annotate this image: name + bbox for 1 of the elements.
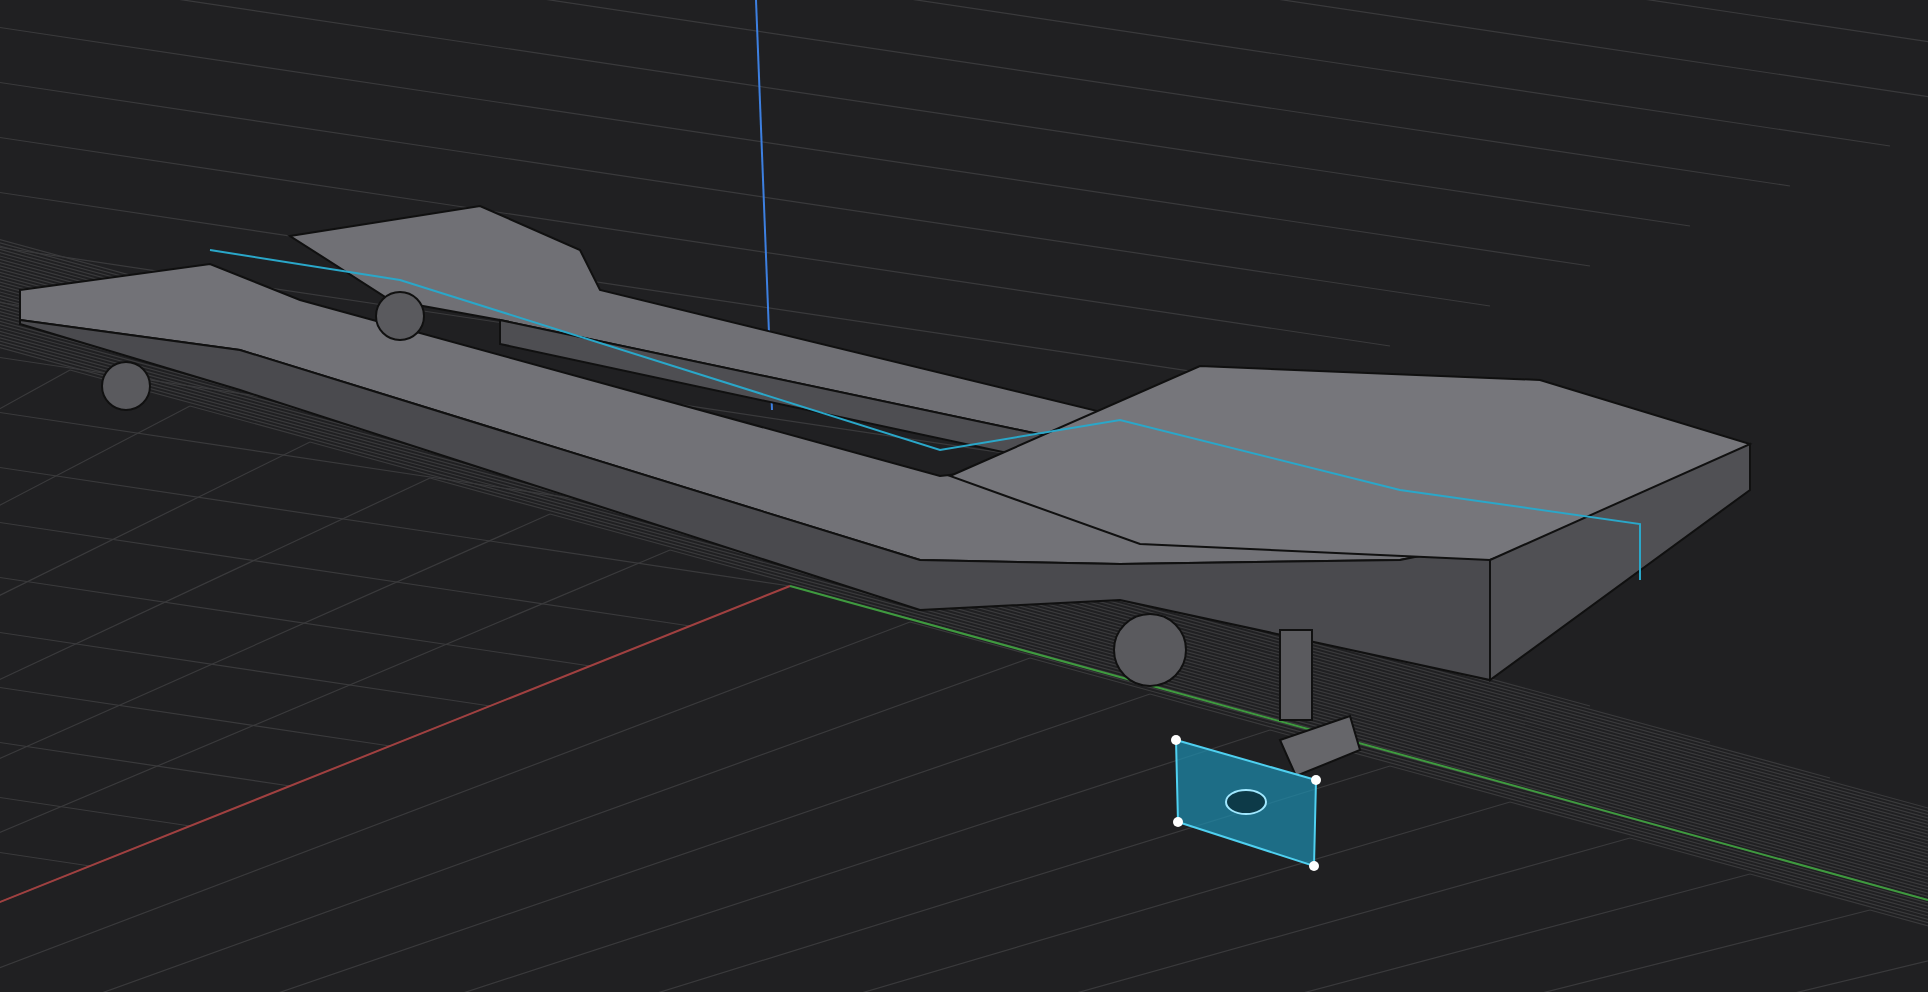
selected-face-drawing[interactable] (1171, 735, 1321, 871)
